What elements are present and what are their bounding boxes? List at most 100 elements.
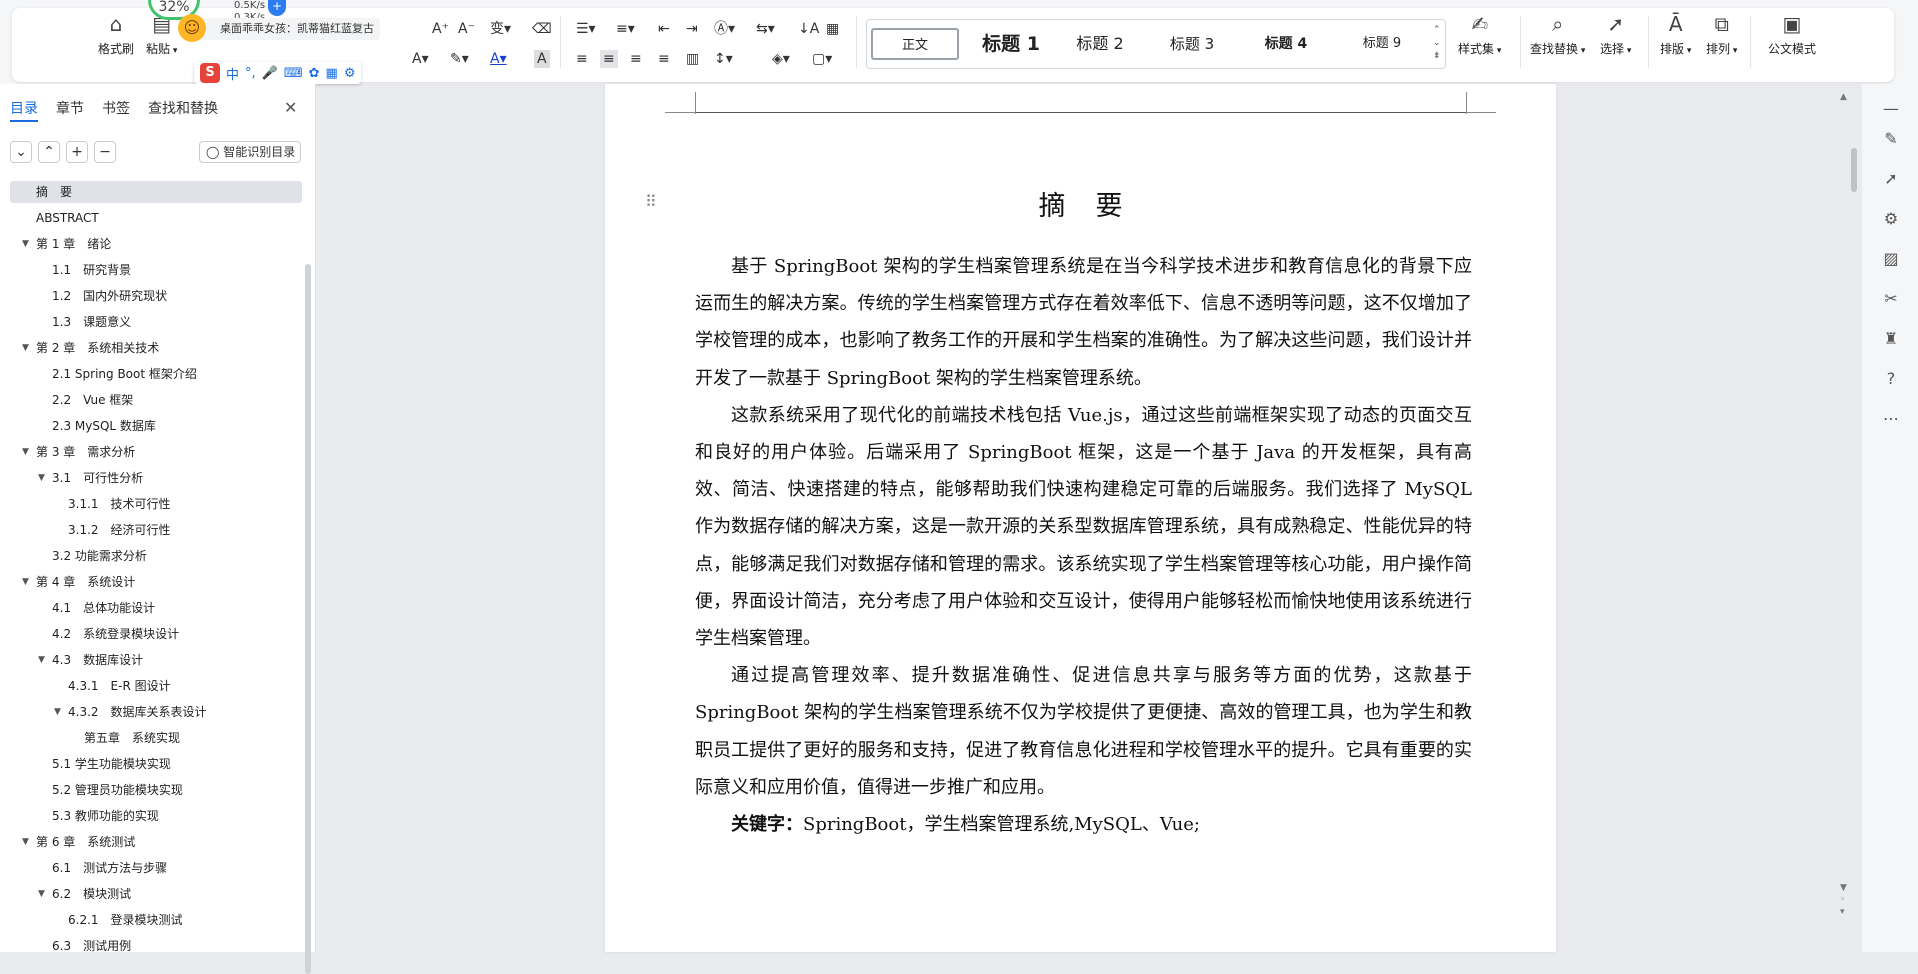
- smart-toc-button[interactable]: ◯ 智能识别目录: [199, 141, 301, 163]
- sun-mascot-icon[interactable]: ☺: [178, 14, 206, 42]
- tab-sections[interactable]: 章节: [56, 98, 84, 118]
- scroll-thumb[interactable]: [1851, 148, 1857, 192]
- panel-scrollbar[interactable]: [305, 264, 311, 974]
- expand-arrow-icon[interactable]: ▼: [38, 883, 45, 905]
- align-right-icon[interactable]: ≡: [630, 50, 642, 68]
- increase-indent-icon[interactable]: ⇥: [686, 20, 698, 38]
- expand-arrow-icon[interactable]: ▼: [22, 571, 29, 593]
- style-heading-1[interactable]: 标题 1: [971, 28, 1051, 60]
- expand-arrow-icon[interactable]: ▼: [38, 467, 45, 489]
- microphone-icon[interactable]: 🎤: [262, 66, 278, 81]
- numbered-list-icon[interactable]: ≡▾: [616, 20, 635, 38]
- toc-item[interactable]: 2.1 Spring Boot 框架介绍: [10, 363, 302, 385]
- toc-item[interactable]: 5.3 教师功能的实现: [10, 805, 302, 827]
- official-mode-button[interactable]: ▣ 公文模式: [1768, 12, 1816, 57]
- toc-item[interactable]: ▼ 第 6 章 系统测试: [10, 831, 302, 853]
- remove-heading-icon[interactable]: −: [94, 141, 116, 163]
- pointer-icon[interactable]: ➚: [1880, 168, 1902, 190]
- expand-arrow-icon[interactable]: ▼: [22, 831, 29, 853]
- toc-item[interactable]: 3.1.1 技术可行性: [10, 493, 302, 515]
- style-normal[interactable]: 正文: [871, 28, 959, 60]
- line-spacing-icon[interactable]: ↕▾: [714, 50, 733, 68]
- shirt-icon[interactable]: ♜: [1880, 328, 1902, 350]
- toc-item[interactable]: ▼ 第 1 章 绪论: [10, 233, 302, 255]
- tab-bookmarks[interactable]: 书签: [102, 98, 130, 118]
- char-shading-icon[interactable]: A: [534, 50, 550, 68]
- document-page[interactable]: ⠿ 摘要 基于 SpringBoot 架构的学生档案管理系统是在当今科学技术进步…: [605, 84, 1556, 952]
- gallery-scroll-icon[interactable]: ⌃ ⌄ ⇟: [1433, 24, 1441, 63]
- toc-item[interactable]: 第五章 系统实现: [10, 727, 302, 749]
- collapse-up-icon[interactable]: ⌃: [38, 141, 60, 163]
- scroll-up-icon[interactable]: ▲: [1840, 92, 1847, 102]
- distribute-icon[interactable]: ▥: [686, 50, 699, 68]
- close-icon[interactable]: ✕: [284, 98, 297, 117]
- apps-icon[interactable]: ▦: [326, 66, 338, 81]
- align-center-icon[interactable]: ≡: [600, 50, 618, 68]
- add-heading-icon[interactable]: +: [66, 141, 88, 163]
- document-scrollbar[interactable]: ▲ ▼ ◦ ▾: [1840, 92, 1854, 952]
- toc-item[interactable]: 5.2 管理员功能模块实现: [10, 779, 302, 801]
- shading-icon[interactable]: ◈▾: [772, 50, 790, 68]
- style-heading-2[interactable]: 标题 2: [1065, 28, 1135, 60]
- skin-icon[interactable]: ✿: [309, 66, 320, 81]
- justify-icon[interactable]: ≡: [658, 50, 670, 68]
- font-color-icon[interactable]: A▾: [490, 50, 507, 68]
- show-marks-icon[interactable]: ▦: [826, 20, 839, 38]
- tab-find-replace[interactable]: 查找和替换: [148, 98, 218, 118]
- toc-item[interactable]: 1.1 研究背景: [10, 259, 302, 281]
- toc-item[interactable]: ▼ 4.3 数据库设计: [10, 649, 302, 671]
- toc-item[interactable]: 4.1 总体功能设计: [10, 597, 302, 619]
- text-direction-icon[interactable]: Ⓐ▾: [714, 20, 735, 38]
- toc-item[interactable]: ▼ 4.3.2 数据库关系表设计: [10, 701, 302, 723]
- toc-item[interactable]: 1.2 国内外研究现状: [10, 285, 302, 307]
- style-heading-3[interactable]: 标题 3: [1157, 28, 1227, 60]
- bullet-list-icon[interactable]: ☰▾: [576, 20, 596, 38]
- toc-item[interactable]: 5.1 学生功能模块实现: [10, 753, 302, 775]
- expand-arrow-icon[interactable]: ▼: [22, 441, 29, 463]
- pen-icon[interactable]: ✎: [1880, 128, 1902, 150]
- expand-down-icon[interactable]: ⌄: [10, 141, 32, 163]
- scroll-down-icon[interactable]: ▼ ◦ ▾: [1840, 882, 1847, 918]
- arrange-button[interactable]: ⧉ 排列 ▾: [1706, 12, 1737, 57]
- expand-arrow-icon[interactable]: ▼: [22, 337, 29, 359]
- ime-logo-icon[interactable]: S: [200, 63, 220, 83]
- expand-arrow-icon[interactable]: ▼: [22, 233, 29, 255]
- toc-item[interactable]: 4.2 系统登录模块设计: [10, 623, 302, 645]
- tools-icon[interactable]: ✂: [1880, 288, 1902, 310]
- text-effect-icon[interactable]: A▾: [412, 50, 429, 68]
- style-set-button[interactable]: ✍ 样式集 ▾: [1458, 12, 1501, 57]
- find-replace-button[interactable]: ⌕ 查找替换 ▾: [1530, 12, 1585, 57]
- grow-font-icon[interactable]: A⁺: [432, 20, 449, 38]
- toc-item[interactable]: 6.1 测试方法与步骤: [10, 857, 302, 879]
- toc-item[interactable]: ▼ 3.1 可行性分析: [10, 467, 302, 489]
- format-brush-button[interactable]: ⌂ 格式刷: [98, 12, 134, 57]
- expand-arrow-icon[interactable]: ▼: [38, 649, 45, 671]
- toc-item[interactable]: 2.3 MySQL 数据库: [10, 415, 302, 437]
- toc-item[interactable]: ▼ 第 4 章 系统设计: [10, 571, 302, 593]
- layout-button[interactable]: Ā 排版 ▾: [1660, 12, 1691, 57]
- image-edit-icon[interactable]: ▨: [1880, 248, 1902, 270]
- toc-item[interactable]: ABSTRACT: [10, 207, 302, 229]
- style-heading-9[interactable]: 标题 9: [1347, 28, 1417, 60]
- settings-icon[interactable]: ⚙: [344, 66, 356, 81]
- media-ticker[interactable]: 桌面乖乖女孩：凯蒂猫红蓝复古: [186, 18, 380, 40]
- clear-format-icon[interactable]: ⌫: [532, 20, 552, 38]
- align-left-icon[interactable]: ≡: [576, 50, 588, 68]
- ltr-icon[interactable]: ⇆▾: [756, 20, 775, 38]
- toc-item[interactable]: 3.1.2 经济可行性: [10, 519, 302, 541]
- phonetic-icon[interactable]: 变▾: [490, 20, 511, 38]
- highlight-icon[interactable]: ✎▾: [450, 50, 469, 68]
- ime-punct[interactable]: °,: [245, 66, 256, 81]
- toc-item[interactable]: 6.3 测试用例: [10, 935, 302, 957]
- toc-item[interactable]: 摘 要: [10, 181, 302, 203]
- keyboard-icon[interactable]: ⌨: [284, 66, 303, 81]
- tab-toc[interactable]: 目录: [10, 98, 38, 122]
- style-heading-4[interactable]: 标题 4: [1251, 28, 1321, 60]
- more-icon[interactable]: ⋯: [1880, 408, 1902, 430]
- toc-item[interactable]: 4.3.1 E-R 图设计: [10, 675, 302, 697]
- decrease-indent-icon[interactable]: ⇤: [658, 20, 670, 38]
- sliders-icon[interactable]: ⚙: [1880, 208, 1902, 230]
- toc-item[interactable]: 2.2 Vue 框架: [10, 389, 302, 411]
- border-icon[interactable]: ▢▾: [812, 50, 832, 68]
- sort-icon[interactable]: ↓A: [798, 20, 819, 38]
